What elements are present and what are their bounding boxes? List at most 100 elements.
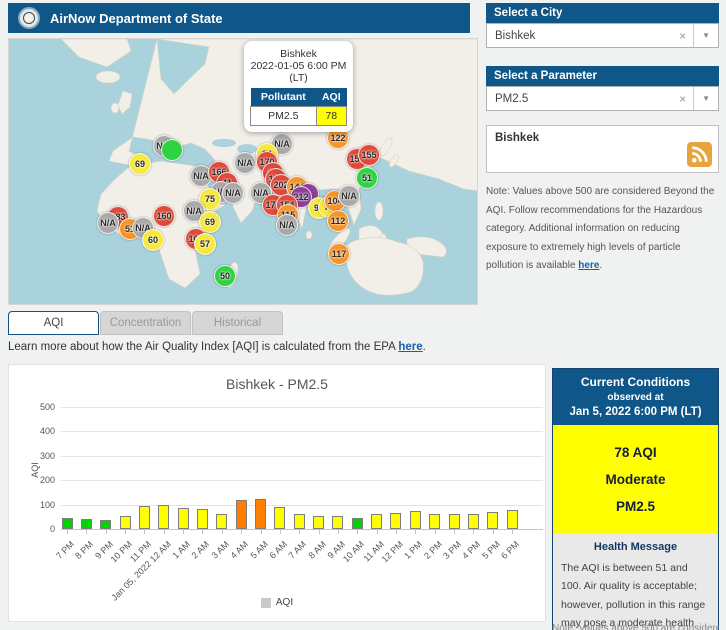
- learn-more-suffix: .: [422, 341, 426, 353]
- parameter-select-value: PM2.5: [495, 92, 529, 105]
- chart-gridline: [61, 455, 543, 457]
- x-tick-mark: [318, 530, 320, 534]
- bar-11-am[interactable]: [371, 514, 383, 529]
- state-department-seal-icon: [18, 7, 40, 29]
- popup-datetime: 2022-01-05 6:00 PM: [250, 60, 347, 72]
- x-tick-mark: [86, 530, 88, 534]
- y-tick-label: 100: [39, 499, 55, 510]
- x-tick-mark: [357, 530, 359, 534]
- city-select-value: Bishkek: [495, 29, 536, 42]
- bar-4-pm[interactable]: [467, 514, 479, 529]
- bar-2-pm[interactable]: [429, 514, 441, 529]
- popup-aqi-value: 78: [315, 106, 348, 126]
- cc-health-title: Health Message: [593, 541, 678, 553]
- feed-city-label: Bishkek: [495, 132, 540, 144]
- cc-aqi-value: 78 AQI: [614, 445, 657, 460]
- x-tick-mark: [337, 530, 339, 534]
- x-tick-mark: [415, 530, 417, 534]
- bar-3-am[interactable]: [216, 513, 228, 529]
- learn-more-line: Learn more about how the Air Quality Ind…: [8, 341, 426, 353]
- y-tick-label: 200: [39, 475, 55, 485]
- tab-aqi[interactable]: AQI: [8, 311, 99, 335]
- aqi-marker-na[interactable]: N/A: [338, 185, 360, 207]
- aqi-marker-60[interactable]: 60: [142, 229, 164, 251]
- bar-9-pm[interactable]: [100, 520, 112, 529]
- aqi-marker-hidden[interactable]: [161, 139, 183, 161]
- x-tick-mark: [492, 530, 494, 534]
- x-tick-mark: [144, 530, 146, 534]
- aqi-marker-155[interactable]: 155: [358, 144, 380, 166]
- cc-datetime: Jan 5, 2022 6:00 PM (LT): [569, 406, 702, 418]
- chart-title: Bishkek - PM2.5: [226, 376, 328, 392]
- y-tick-label: 500: [39, 401, 55, 412]
- rss-feed-icon[interactable]: [687, 142, 712, 167]
- aqi-bar-chart: Bishkek - PM2.5 AQI AQI 0 100 200 300 400 500…: [8, 364, 546, 622]
- bar-7-pm[interactable]: [61, 517, 73, 529]
- learn-more-text: Learn more about how the Air Quality Ind…: [8, 341, 399, 353]
- tab-concentration[interactable]: Concentration: [100, 311, 191, 335]
- select-city-header: Select a City: [486, 3, 719, 23]
- aqi-world-map[interactable]: N/A69N/A16641N/AN/A75N/A183N/A51N/A16060…: [8, 38, 478, 305]
- bar-9-am[interactable]: [332, 516, 344, 529]
- bar-1-am[interactable]: [177, 508, 189, 529]
- aqi-marker-50[interactable]: 50: [214, 265, 236, 287]
- bar-1-pm[interactable]: [409, 511, 421, 529]
- bar-8-am[interactable]: [313, 515, 325, 529]
- feed-box: Bishkek: [486, 125, 719, 173]
- map-popup: Bishkek 2022-01-05 6:00 PM (LT) Pollutan…: [244, 41, 353, 132]
- note-suffix: .: [599, 260, 603, 271]
- current-conditions-header: Current Conditions observed at Jan 5, 20…: [553, 369, 718, 425]
- cc-subtitle: observed at: [607, 392, 664, 403]
- aqi-marker-57[interactable]: 57: [194, 233, 216, 255]
- city-chevron-down-icon[interactable]: ▼: [693, 24, 718, 47]
- cc-title: Current Conditions: [580, 375, 691, 389]
- aqi-marker-na[interactable]: N/A: [97, 212, 119, 234]
- x-tick-mark: [105, 530, 107, 534]
- bar-5-pm[interactable]: [487, 511, 499, 529]
- parameter-chevron-down-icon[interactable]: ▼: [693, 87, 718, 110]
- aqi-marker-112[interactable]: 112: [327, 210, 349, 232]
- bar-2-am[interactable]: [196, 508, 208, 529]
- page-title: AirNow Department of State: [50, 10, 223, 26]
- x-tick-mark: [279, 530, 281, 534]
- y-tick-label: 400: [39, 426, 55, 436]
- popup-city: Bishkek: [280, 48, 317, 60]
- bar-10-am[interactable]: [351, 518, 363, 529]
- aqi-marker-160[interactable]: 160: [153, 205, 175, 227]
- bar-8-pm[interactable]: [80, 519, 92, 529]
- note-here-link[interactable]: here: [578, 260, 599, 271]
- x-tick-mark: [512, 530, 514, 534]
- aqi-marker-117[interactable]: 117: [328, 243, 350, 265]
- y-tick-label: 0: [49, 524, 55, 534]
- bar-5-am[interactable]: [255, 499, 266, 529]
- aqi-marker-69[interactable]: 69: [129, 153, 151, 175]
- bar-10-pm[interactable]: [119, 515, 131, 529]
- city-select[interactable]: Bishkek × ▼: [486, 23, 719, 48]
- x-tick-mark: [67, 530, 68, 534]
- airnow-page: AirNow Department of State 69 N/A 166 N/…: [0, 0, 726, 630]
- bar-4-am[interactable]: [235, 500, 247, 529]
- x-tick-mark: [473, 530, 475, 534]
- aqi-marker-na[interactable]: N/A: [276, 214, 298, 236]
- bar-6-pm[interactable]: [506, 509, 518, 529]
- city-clear-icon[interactable]: ×: [672, 29, 693, 43]
- popup-aqi-header: AQI: [316, 88, 347, 107]
- x-tick-mark: [202, 530, 204, 534]
- learn-more-here-link[interactable]: here: [398, 341, 422, 353]
- popup-table: Pollutant AQI PM2.5 78: [250, 88, 348, 126]
- bar-11-pm[interactable]: [138, 506, 150, 529]
- parameter-clear-icon[interactable]: ×: [672, 92, 693, 106]
- tab-historical[interactable]: Historical: [192, 311, 283, 335]
- bar-jan-05-2022-12-am[interactable]: [158, 505, 170, 529]
- aqi-marker-na[interactable]: N/A: [234, 152, 256, 174]
- bar-7-am[interactable]: [293, 513, 305, 529]
- bar-6-am[interactable]: [274, 506, 286, 529]
- cc-aqi-block: 78 AQI Moderate PM2.5: [553, 425, 718, 534]
- app-header: AirNow Department of State: [8, 3, 470, 33]
- x-tick-mark: [241, 530, 243, 534]
- bar-12-pm[interactable]: [390, 512, 402, 529]
- bar-3-pm[interactable]: [448, 514, 460, 529]
- aqi-marker-51[interactable]: 51: [356, 167, 378, 189]
- parameter-select[interactable]: PM2.5 × ▼: [486, 86, 719, 111]
- aqi-marker-na[interactable]: N/A: [222, 182, 244, 204]
